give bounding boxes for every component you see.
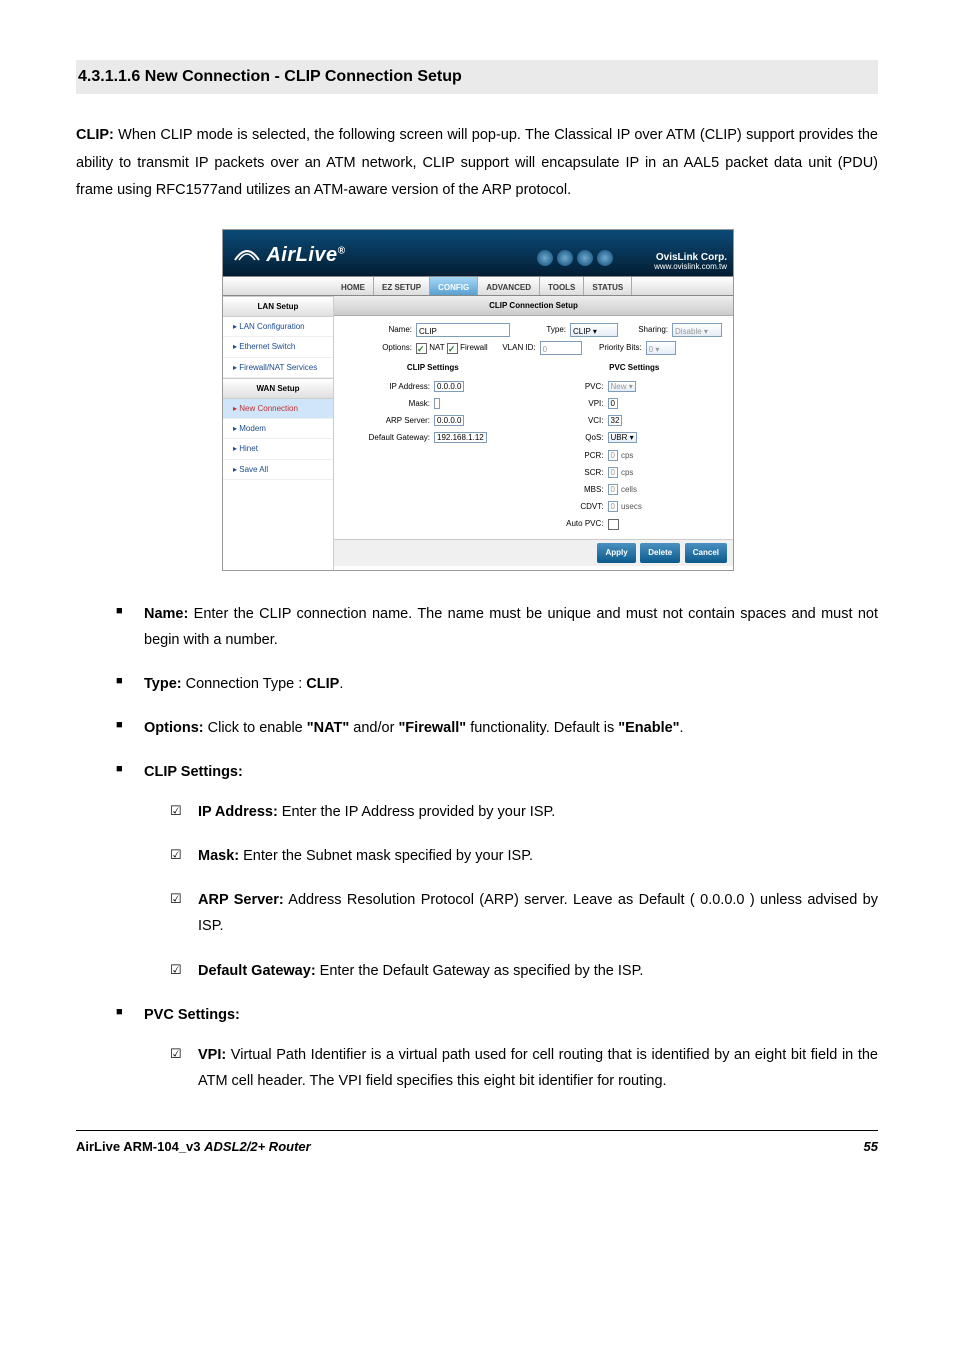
- side-firewall-nat[interactable]: ▸ Firewall/NAT Services: [223, 358, 333, 378]
- cancel-button[interactable]: Cancel: [685, 543, 727, 562]
- pvc-select[interactable]: New ▾: [608, 381, 636, 392]
- bullet-type: Type: Connection Type : CLIP.: [116, 671, 878, 697]
- bullet-name: Name: Enter the CLIP connection name. Th…: [116, 601, 878, 653]
- intro-text: When CLIP mode is selected, the followin…: [76, 127, 878, 198]
- side-wan-head: WAN Setup: [223, 378, 333, 399]
- sharing-select[interactable]: Disable ▾: [672, 323, 722, 337]
- pvc-col-head: PVC Settings: [544, 360, 726, 375]
- type-label: Type:: [510, 322, 570, 337]
- nav-home[interactable]: HOME: [333, 277, 374, 295]
- side-eth-switch[interactable]: ▸ Ethernet Switch: [223, 337, 333, 357]
- options-label: Options:: [342, 340, 416, 355]
- name-label: Name:: [342, 322, 416, 337]
- vlan-input[interactable]: 0: [540, 341, 582, 355]
- vci-input[interactable]: 32: [608, 415, 623, 426]
- bullet-clip-settings: CLIP Settings: IP Address: Enter the IP …: [116, 759, 878, 984]
- side-modem[interactable]: ▸ Modem: [223, 419, 333, 439]
- ip-input[interactable]: 0.0.0.0: [434, 381, 464, 392]
- side-save-all[interactable]: ▸ Save All: [223, 460, 333, 480]
- sub-vpi: VPI: Virtual Path Identifier is a virtua…: [170, 1042, 878, 1094]
- side-lan-config[interactable]: ▸ LAN Configuration: [223, 317, 333, 337]
- bullet-pvc-settings: PVC Settings: VPI: Virtual Path Identifi…: [116, 1002, 878, 1094]
- pvc-settings-col: PVC Settings PVC:New ▾ VPI:0 VCI:32 QoS:…: [544, 360, 726, 534]
- mask-input[interactable]: [434, 398, 440, 409]
- scr-input[interactable]: 0: [608, 467, 618, 478]
- nav-advanced[interactable]: ADVANCED: [478, 277, 540, 295]
- gw-input[interactable]: 192.168.1.12: [434, 432, 487, 443]
- pbits-label: Priority Bits:: [582, 340, 646, 355]
- vlan-label: VLAN ID:: [488, 340, 540, 355]
- ss-header: AirLive® OvisLink Corp.www.ovislink.com.…: [223, 230, 733, 276]
- apply-button[interactable]: Apply: [597, 543, 635, 562]
- sub-arp: ARP Server: Address Resolution Protocol …: [170, 887, 878, 939]
- name-input[interactable]: CLIP: [416, 323, 510, 337]
- sub-mask: Mask: Enter the Subnet mask specified by…: [170, 843, 878, 869]
- intro-lead: CLIP:: [76, 127, 114, 143]
- ss-sidebar: LAN Setup ▸ LAN Configuration ▸ Ethernet…: [223, 296, 334, 570]
- sub-ip: IP Address: Enter the IP Address provide…: [170, 799, 878, 825]
- sub-gw: Default Gateway: Enter the Default Gatew…: [170, 958, 878, 984]
- mbs-input[interactable]: 0: [608, 484, 618, 495]
- sharing-label: Sharing:: [618, 322, 672, 337]
- nav-tools[interactable]: TOOLS: [540, 277, 584, 295]
- page-footer: AirLive ARM-104_v3 ADSL2/2+ Router 55: [76, 1135, 878, 1160]
- arp-input[interactable]: 0.0.0.0: [434, 415, 464, 426]
- nav-status[interactable]: STATUS: [584, 277, 632, 295]
- autopvc-checkbox[interactable]: [608, 519, 619, 530]
- bullet-options: Options: Click to enable "NAT" and/or "F…: [116, 715, 878, 741]
- vpi-input[interactable]: 0: [608, 398, 618, 409]
- pbits-select[interactable]: 0 ▾: [646, 341, 676, 355]
- qos-select[interactable]: UBR ▾: [608, 432, 637, 443]
- ss-topnav: HOME EZ SETUP CONFIG ADVANCED TOOLS STAT…: [223, 276, 733, 296]
- ovislink-corp: OvisLink Corp.www.ovislink.com.tw: [654, 252, 727, 272]
- intro-paragraph: CLIP: When CLIP mode is selected, the fo…: [76, 122, 878, 205]
- clip-settings-col: CLIP Settings IP Address:0.0.0.0 Mask: A…: [342, 360, 524, 534]
- ss-buttons: Apply Delete Cancel: [334, 539, 733, 565]
- delete-button[interactable]: Delete: [640, 543, 680, 562]
- side-new-connection[interactable]: ▸ New Connection: [223, 399, 333, 419]
- clip-col-head: CLIP Settings: [342, 360, 524, 375]
- side-hinet[interactable]: ▸ Hinet: [223, 439, 333, 459]
- panel-title: CLIP Connection Setup: [334, 296, 733, 316]
- router-screenshot: AirLive® OvisLink Corp.www.ovislink.com.…: [222, 229, 732, 571]
- header-icons: [537, 250, 613, 266]
- nav-ezsetup[interactable]: EZ SETUP: [374, 277, 430, 295]
- nat-checkbox[interactable]: [416, 343, 427, 354]
- airlive-logo: AirLive®: [233, 236, 346, 274]
- firewall-checkbox[interactable]: [447, 343, 458, 354]
- section-heading: 4.3.1.1.6 New Connection - CLIP Connecti…: [76, 60, 878, 94]
- type-select[interactable]: CLIP ▾: [570, 323, 618, 337]
- pcr-input[interactable]: 0: [608, 450, 618, 461]
- cdvt-input[interactable]: 0: [608, 501, 618, 512]
- footer-rule: [76, 1130, 878, 1131]
- nav-config[interactable]: CONFIG: [430, 277, 478, 295]
- ss-main: CLIP Connection Setup Name: CLIP Type: C…: [334, 296, 733, 570]
- side-lan-head: LAN Setup: [223, 296, 333, 317]
